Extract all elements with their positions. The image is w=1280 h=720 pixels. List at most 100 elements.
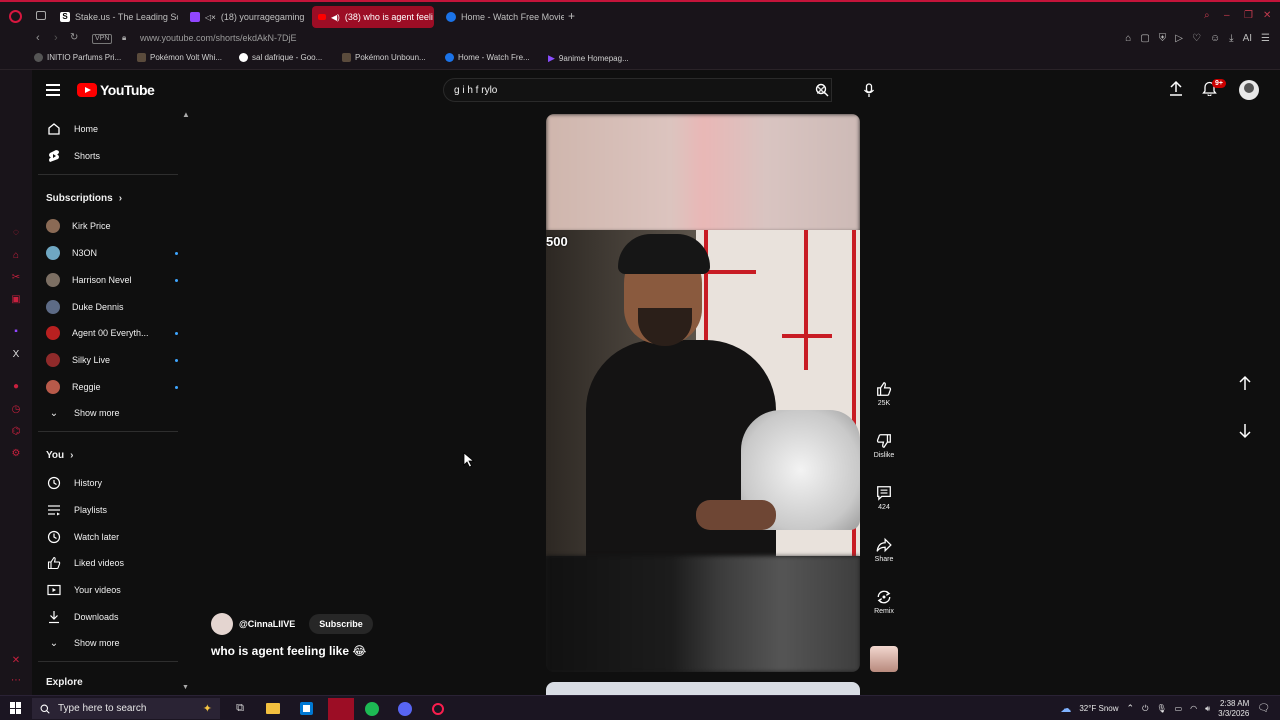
- aria-ai-icon[interactable]: AI: [1243, 33, 1252, 44]
- sidebar-item-liked-videos[interactable]: Liked videos: [38, 552, 178, 574]
- settings-icon[interactable]: ⚙: [11, 449, 21, 459]
- weather-text[interactable]: 32°F Snow: [1079, 704, 1118, 713]
- sidebar-item-shorts[interactable]: Shorts: [38, 145, 178, 167]
- discord-taskbar-icon[interactable]: [394, 699, 416, 718]
- explore-header[interactable]: Explore: [46, 677, 83, 688]
- sidebar-item-subscription[interactable]: Kirk Price: [38, 215, 178, 237]
- new-tab-button[interactable]: +: [568, 9, 575, 23]
- close-window-icon[interactable]: ✕: [1263, 11, 1273, 21]
- spotify-taskbar-icon[interactable]: [361, 699, 383, 718]
- opera-taskbar-icon[interactable]: [328, 698, 354, 720]
- bookmark-item[interactable]: sal dafrique - Goo...: [239, 53, 322, 62]
- x-twitter-icon[interactable]: X: [11, 350, 21, 360]
- show-more-subscriptions[interactable]: ⌄ Show more: [38, 402, 178, 424]
- search-button[interactable]: [807, 78, 837, 102]
- wifi-icon[interactable]: ◠: [1190, 704, 1197, 713]
- sidebar-item-downloads[interactable]: Downloads: [38, 606, 178, 628]
- dislike-button[interactable]: Dislike: [868, 433, 900, 459]
- channel-handle[interactable]: @CinnaLIIVE: [239, 619, 295, 629]
- sidebar-item-history[interactable]: History: [38, 472, 178, 494]
- taskbar-search[interactable]: Type here to search ✦: [32, 698, 220, 719]
- extensions-icon[interactable]: ✕: [11, 656, 21, 666]
- bookmark-item[interactable]: Pokémon Unboun...: [342, 53, 426, 62]
- sidebar-item-subscription[interactable]: Agent 00 Everyth...: [38, 322, 178, 344]
- share-button[interactable]: Share: [868, 537, 900, 563]
- bookmark-item[interactable]: Home - Watch Fre...: [445, 53, 530, 62]
- download-icon[interactable]: ⤓: [1229, 33, 1233, 44]
- opera-logo-icon[interactable]: [9, 10, 22, 23]
- channel-avatar[interactable]: [211, 613, 233, 635]
- bookmark-item[interactable]: INITIO Parfums Pri...: [34, 53, 121, 62]
- bookmark-item[interactable]: ▶ 9anime Homepag...: [548, 53, 629, 64]
- sidebar-item-subscription[interactable]: N3ON: [38, 242, 178, 264]
- you-header[interactable]: You ›: [46, 450, 74, 461]
- upload-button[interactable]: [1169, 80, 1183, 101]
- windows-start-icon[interactable]: [10, 702, 22, 714]
- tray-expand-icon[interactable]: ⌃: [1127, 703, 1135, 714]
- snapshot-icon[interactable]: ▢: [1140, 33, 1149, 44]
- tab-youtube-active[interactable]: ◀) (38) who is agent feeli: [312, 6, 434, 28]
- volume-icon[interactable]: 🔊︎: [1205, 704, 1210, 714]
- twitch-icon[interactable]: ▪: [11, 327, 21, 337]
- search-input[interactable]: [454, 83, 754, 97]
- tab-overview-icon[interactable]: [36, 11, 46, 20]
- sidebar-scroll-down-icon[interactable]: ▼: [182, 684, 189, 691]
- profile-icon[interactable]: ☺: [1210, 33, 1220, 44]
- sidebar-item-subscription[interactable]: Duke Dennis: [38, 296, 178, 318]
- shield-icon[interactable]: ⛨: [1159, 33, 1167, 44]
- sidebar-item-watch-later[interactable]: Watch later: [38, 526, 178, 548]
- vpn-badge[interactable]: VPN: [92, 34, 113, 44]
- maximize-icon[interactable]: ❐: [1244, 11, 1254, 21]
- tab-stake[interactable]: S Stake.us - The Leading Sc: [54, 6, 178, 28]
- task-view-icon[interactable]: ⧉: [229, 699, 251, 718]
- subscribe-button[interactable]: Subscribe: [309, 614, 373, 634]
- messenger-icon[interactable]: ▣: [11, 295, 21, 305]
- history-icon[interactable]: ◷: [11, 405, 21, 415]
- previous-short-button[interactable]: [1230, 368, 1260, 398]
- clock[interactable]: 2:38 AM 3/3/2026: [1218, 699, 1249, 719]
- network-icon[interactable]: ⏻: [1142, 704, 1148, 714]
- url-field[interactable]: www.youtube.com/shorts/ekdAkN-7DjE: [140, 33, 297, 43]
- microsoft-store-icon[interactable]: [295, 699, 317, 718]
- hamburger-menu-icon[interactable]: [46, 84, 60, 96]
- microphone-tray-icon[interactable]: 🎙︎: [1156, 704, 1166, 713]
- subscriptions-header[interactable]: Subscriptions ›: [46, 193, 122, 204]
- show-more-you[interactable]: ⌄ Show more: [38, 632, 178, 654]
- shopping-icon[interactable]: ✂: [11, 273, 21, 283]
- remix-button[interactable]: Remix: [868, 589, 900, 615]
- back-icon[interactable]: ‹: [36, 32, 40, 44]
- sidebar-item-subscription[interactable]: Silky Live: [38, 349, 178, 371]
- forward-icon[interactable]: ›: [54, 32, 58, 44]
- short-video-player[interactable]: 500: [546, 114, 860, 672]
- bookmark-item[interactable]: Pokémon Volt Whi...: [137, 53, 222, 62]
- sidebar-item-home[interactable]: Home: [38, 118, 178, 140]
- menu-icon[interactable]: ☰: [1261, 33, 1270, 44]
- bookmark-icon[interactable]: ⌂: [1125, 33, 1131, 44]
- like-button[interactable]: 25K: [868, 381, 900, 407]
- sound-channel-thumbnail[interactable]: [870, 646, 898, 672]
- pinboard-icon[interactable]: ⌬: [11, 427, 21, 437]
- sidebar-item-subscription[interactable]: Harrison Nevel: [38, 269, 178, 291]
- aria-icon[interactable]: ◌: [11, 228, 21, 238]
- minimize-icon[interactable]: –: [1224, 11, 1234, 21]
- reload-icon[interactable]: ↻: [70, 32, 78, 43]
- file-explorer-icon[interactable]: [262, 699, 284, 718]
- youtube-logo[interactable]: YouTube: [77, 82, 155, 98]
- account-avatar[interactable]: [1239, 80, 1259, 100]
- tab-movies[interactable]: Home - Watch Free Movie: [440, 6, 564, 28]
- crypto-wallet-icon[interactable]: ⌂: [11, 251, 21, 261]
- voice-search-button[interactable]: [858, 79, 880, 101]
- search-tabs-icon[interactable]: ⌕: [1204, 11, 1214, 21]
- more-icon[interactable]: ⋯: [11, 676, 21, 686]
- notification-center-icon[interactable]: 🗨︎: [1257, 703, 1270, 714]
- sidebar-scroll-up-icon[interactable]: ▲: [182, 110, 190, 119]
- opera-gx-taskbar-icon[interactable]: [427, 699, 449, 718]
- player-icon[interactable]: ▷: [1175, 33, 1183, 44]
- comments-button[interactable]: 424: [868, 485, 900, 511]
- next-short-button[interactable]: [1230, 416, 1260, 446]
- sidebar-item-subscription[interactable]: Reggie: [38, 376, 178, 398]
- tab-twitch[interactable]: ◁× (18) yourragegaming -: [184, 6, 304, 28]
- sidebar-item-your-videos[interactable]: Your videos: [38, 579, 178, 601]
- heart-icon[interactable]: ♡: [1192, 33, 1201, 44]
- battery-icon[interactable]: ▭: [1175, 704, 1183, 713]
